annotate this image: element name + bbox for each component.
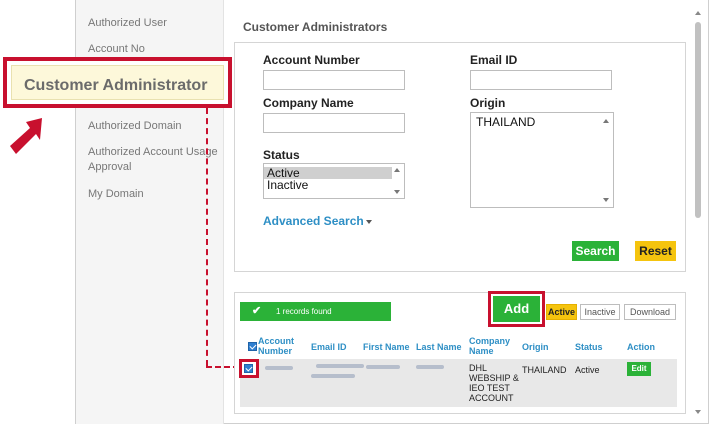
advanced-search-label: Advanced Search	[263, 214, 364, 228]
column-header-last-name[interactable]: Last Name	[416, 342, 462, 352]
origin-option[interactable]: THAILAND	[471, 113, 613, 128]
callout-background: Customer Administrator	[11, 65, 224, 100]
company-name-label: Company Name	[263, 96, 354, 110]
records-found-badge: ✔ 1 records found	[240, 302, 391, 321]
filter-inactive-button[interactable]: Inactive	[580, 304, 620, 320]
scroll-up-icon[interactable]	[394, 168, 400, 172]
column-header-action: Action	[627, 342, 655, 352]
redacted-email	[316, 364, 364, 368]
page-scrollbar[interactable]	[692, 8, 704, 416]
redacted-email	[311, 374, 355, 378]
scroll-up-icon[interactable]	[603, 119, 609, 123]
add-button-highlight: Add	[488, 291, 545, 327]
origin-label: Origin	[470, 96, 506, 110]
sidebar-item-label: Authorized User	[88, 17, 167, 29]
column-header-account-number[interactable]: Account Number	[258, 336, 298, 356]
cell-origin: THAILAND	[522, 365, 567, 375]
account-number-input[interactable]	[263, 70, 405, 90]
check-icon: ✔	[252, 305, 262, 317]
column-header-status[interactable]: Status	[575, 342, 603, 352]
sidebar-item-label: Authorized Account Usage Approval	[88, 146, 218, 173]
scroll-down-icon[interactable]	[394, 190, 400, 194]
search-button[interactable]: Search	[572, 241, 619, 261]
scroll-up-icon[interactable]	[695, 11, 701, 15]
sidebar-item-authorized-account-usage-approval[interactable]: Authorized Account Usage Approval	[88, 145, 224, 175]
column-header-first-name[interactable]: First Name	[363, 342, 410, 352]
scrollbar-thumb[interactable]	[695, 22, 701, 218]
connector-line	[206, 108, 208, 366]
origin-listbox[interactable]: THAILAND	[470, 112, 614, 208]
sidebar-item-label: Customer Administrator	[24, 77, 208, 94]
reset-button[interactable]: Reset	[635, 241, 676, 261]
column-header-email-id[interactable]: Email ID	[311, 342, 347, 352]
sidebar-item-authorized-domain[interactable]: Authorized Domain	[88, 119, 220, 134]
email-id-input[interactable]	[470, 70, 612, 90]
records-found-text: 1 records found	[276, 307, 332, 316]
caret-down-icon	[365, 219, 372, 224]
account-number-label: Account Number	[263, 53, 360, 67]
page-title: Customer Administrators	[243, 20, 388, 34]
column-header-origin[interactable]: Origin	[522, 342, 549, 352]
download-button[interactable]: Download	[624, 304, 676, 320]
status-option-inactive[interactable]: Inactive	[264, 179, 404, 191]
row-checkbox-highlight	[239, 359, 259, 378]
status-listbox[interactable]: Active Inactive	[263, 163, 405, 199]
select-all-checkbox[interactable]	[248, 342, 257, 351]
company-name-input[interactable]	[263, 113, 405, 133]
column-header-company-name[interactable]: Company Name	[469, 336, 510, 356]
add-button[interactable]: Add	[493, 296, 540, 322]
email-id-label: Email ID	[470, 53, 518, 67]
sidebar-item-label: Authorized Domain	[88, 120, 182, 132]
cell-company-name: DHL WEBSHIP & IEO TEST ACCOUNT	[469, 363, 519, 403]
status-label: Status	[263, 148, 300, 162]
table-row	[240, 359, 677, 407]
cell-status: Active	[575, 365, 600, 375]
redacted-last-name	[416, 365, 444, 369]
row-checkbox[interactable]	[244, 364, 253, 373]
sidebar-item-label: Account No	[88, 43, 145, 55]
pointer-arrow-icon	[10, 118, 42, 154]
sidebar-item-my-domain[interactable]: My Domain	[88, 187, 220, 202]
sidebar-item-authorized-user[interactable]: Authorized User	[88, 16, 220, 31]
sidebar-item-label: My Domain	[88, 188, 144, 200]
advanced-search-link[interactable]: Advanced Search	[263, 214, 372, 228]
sidebar-item-customer-administrator[interactable]: Customer Administrator	[3, 57, 232, 108]
redacted-first-name	[366, 365, 400, 369]
edit-button[interactable]: Edit	[627, 362, 651, 376]
scroll-down-icon[interactable]	[695, 410, 701, 414]
redacted-account-number	[265, 366, 293, 370]
sidebar-item-account-no[interactable]: Account No	[88, 42, 220, 57]
scroll-down-icon[interactable]	[603, 198, 609, 202]
filter-active-button[interactable]: Active	[546, 304, 577, 320]
